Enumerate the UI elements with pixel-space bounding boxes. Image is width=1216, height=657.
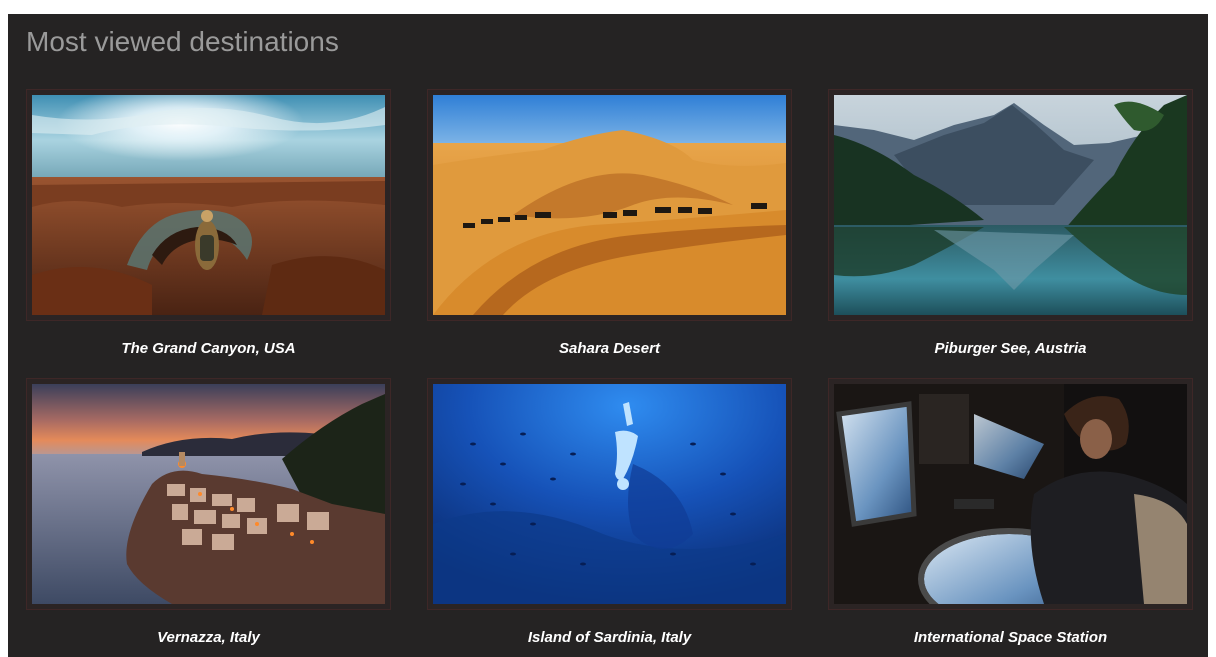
sahara-photo[interactable] <box>433 95 786 315</box>
destination-card-piburger-see[interactable] <box>828 89 1193 321</box>
destination-card-grand-canyon[interactable] <box>26 89 391 321</box>
destination-caption[interactable]: Vernazza, Italy <box>26 629 391 646</box>
destination-card-vernazza[interactable] <box>26 378 391 610</box>
piburger-see-photo[interactable] <box>834 95 1187 315</box>
destination-caption[interactable]: The Grand Canyon, USA <box>26 340 391 357</box>
destination-caption[interactable]: Sahara Desert <box>427 340 792 357</box>
iss-photo[interactable] <box>834 384 1187 604</box>
section-title: Most viewed destinations <box>26 26 339 57</box>
destination-caption[interactable]: Piburger See, Austria <box>828 340 1193 357</box>
destination-card-iss[interactable] <box>828 378 1193 610</box>
destinations-panel: Most viewed destinations The Grand Canyo… <box>8 14 1208 657</box>
destination-card-sardinia[interactable] <box>427 378 792 610</box>
destination-caption[interactable]: Island of Sardinia, Italy <box>427 629 792 646</box>
destination-card-sahara[interactable] <box>427 89 792 321</box>
destination-caption[interactable]: International Space Station <box>828 629 1193 646</box>
grand-canyon-photo[interactable] <box>32 95 385 315</box>
sardinia-photo[interactable] <box>433 384 786 604</box>
vernazza-photo[interactable] <box>32 384 385 604</box>
